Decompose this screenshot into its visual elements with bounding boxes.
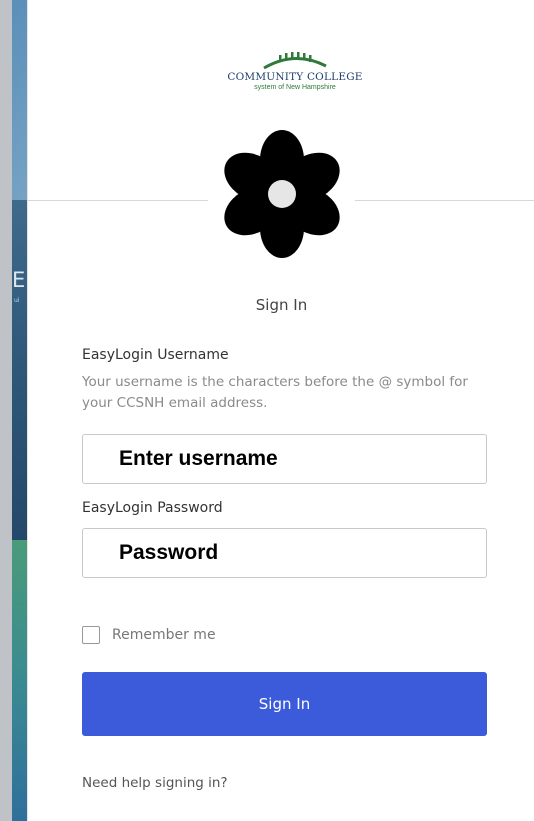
- remember-me[interactable]: Remember me: [82, 626, 216, 644]
- divider-left: [28, 200, 208, 201]
- remember-me-checkbox[interactable]: [82, 626, 100, 644]
- username-input[interactable]: [82, 434, 487, 484]
- username-hint: Your username is the characters before t…: [82, 374, 468, 411]
- sign-in-button-label: Sign In: [258, 695, 311, 713]
- flower-icon: [224, 130, 340, 258]
- college-logo: COMMUNITY COLLEGE system of New Hampshir…: [225, 52, 365, 110]
- logo-arc-icon: [263, 52, 327, 70]
- username-label: EasyLogin Username: [82, 347, 229, 363]
- sign-in-card: COMMUNITY COLLEGE system of New Hampshir…: [27, 0, 534, 821]
- logo-subtitle: system of New Hampshire: [254, 84, 336, 91]
- help-link[interactable]: Need help signing in?: [82, 775, 228, 791]
- divider-right: [355, 200, 534, 201]
- password-input[interactable]: [82, 528, 487, 578]
- remember-me-label: Remember me: [112, 627, 216, 643]
- form-title: Sign In: [255, 296, 308, 314]
- sign-in-button[interactable]: Sign In: [82, 672, 487, 736]
- password-label: EasyLogin Password: [82, 500, 223, 516]
- logo-title: COMMUNITY COLLEGE: [227, 71, 363, 83]
